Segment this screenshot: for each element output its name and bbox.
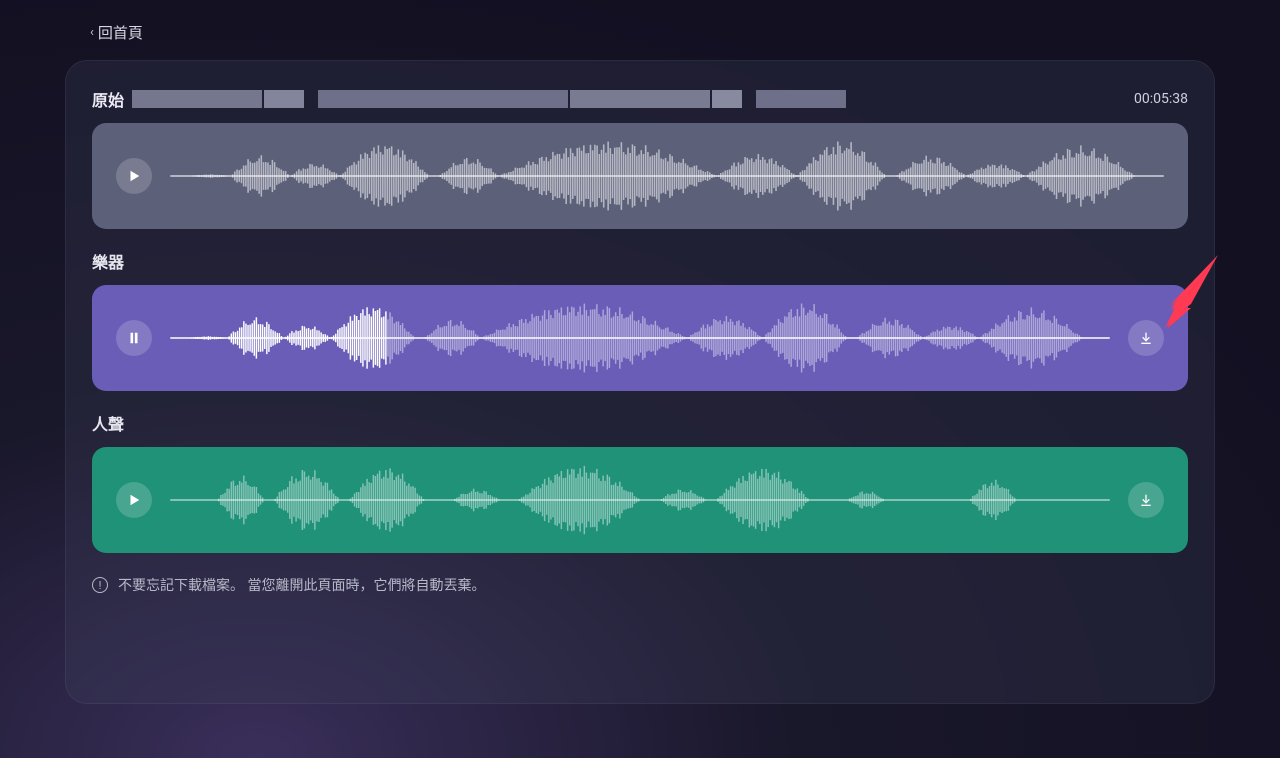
filename-redacted [132, 90, 846, 108]
duration-label: 00:05:38 [1134, 91, 1188, 107]
pause-button-instruments[interactable] [116, 320, 152, 356]
info-icon: ! [92, 577, 108, 593]
track-section-instruments: 樂器 [92, 249, 1188, 391]
waveform-original[interactable] [170, 136, 1164, 216]
footer-notice: ! 不要忘記下載檔案。 當您離開此頁面時，它們將自動丟棄。 [92, 575, 1188, 595]
footer-notice-text: 不要忘記下載檔案。 當您離開此頁面時，它們將自動丟棄。 [118, 575, 485, 595]
waveform-lane-original[interactable] [92, 123, 1188, 229]
download-icon [1138, 492, 1154, 508]
play-button-original[interactable] [116, 158, 152, 194]
download-button-vocals[interactable] [1128, 482, 1164, 518]
track-section-original: 原始 00:05:38 [92, 87, 1188, 229]
download-button-instruments[interactable] [1128, 320, 1164, 356]
play-icon [127, 169, 141, 183]
waveform-instruments[interactable] [170, 298, 1110, 378]
track-title-original: 原始 [92, 87, 124, 111]
download-icon [1138, 330, 1154, 346]
track-section-vocals: 人聲 [92, 411, 1188, 553]
waveform-lane-instruments[interactable] [92, 285, 1188, 391]
pause-icon [127, 331, 141, 345]
chevron-left-icon: ‹ [90, 25, 94, 40]
stems-card: 原始 00:05:38 [65, 60, 1215, 704]
track-title-vocals: 人聲 [92, 411, 1188, 435]
waveform-vocals[interactable] [170, 460, 1110, 540]
track-title-instruments: 樂器 [92, 249, 1188, 273]
back-home-label: 回首頁 [98, 22, 143, 43]
waveform-lane-vocals[interactable] [92, 447, 1188, 553]
back-home-link[interactable]: ‹ 回首頁 [90, 22, 143, 43]
play-icon [127, 493, 141, 507]
play-button-vocals[interactable] [116, 482, 152, 518]
